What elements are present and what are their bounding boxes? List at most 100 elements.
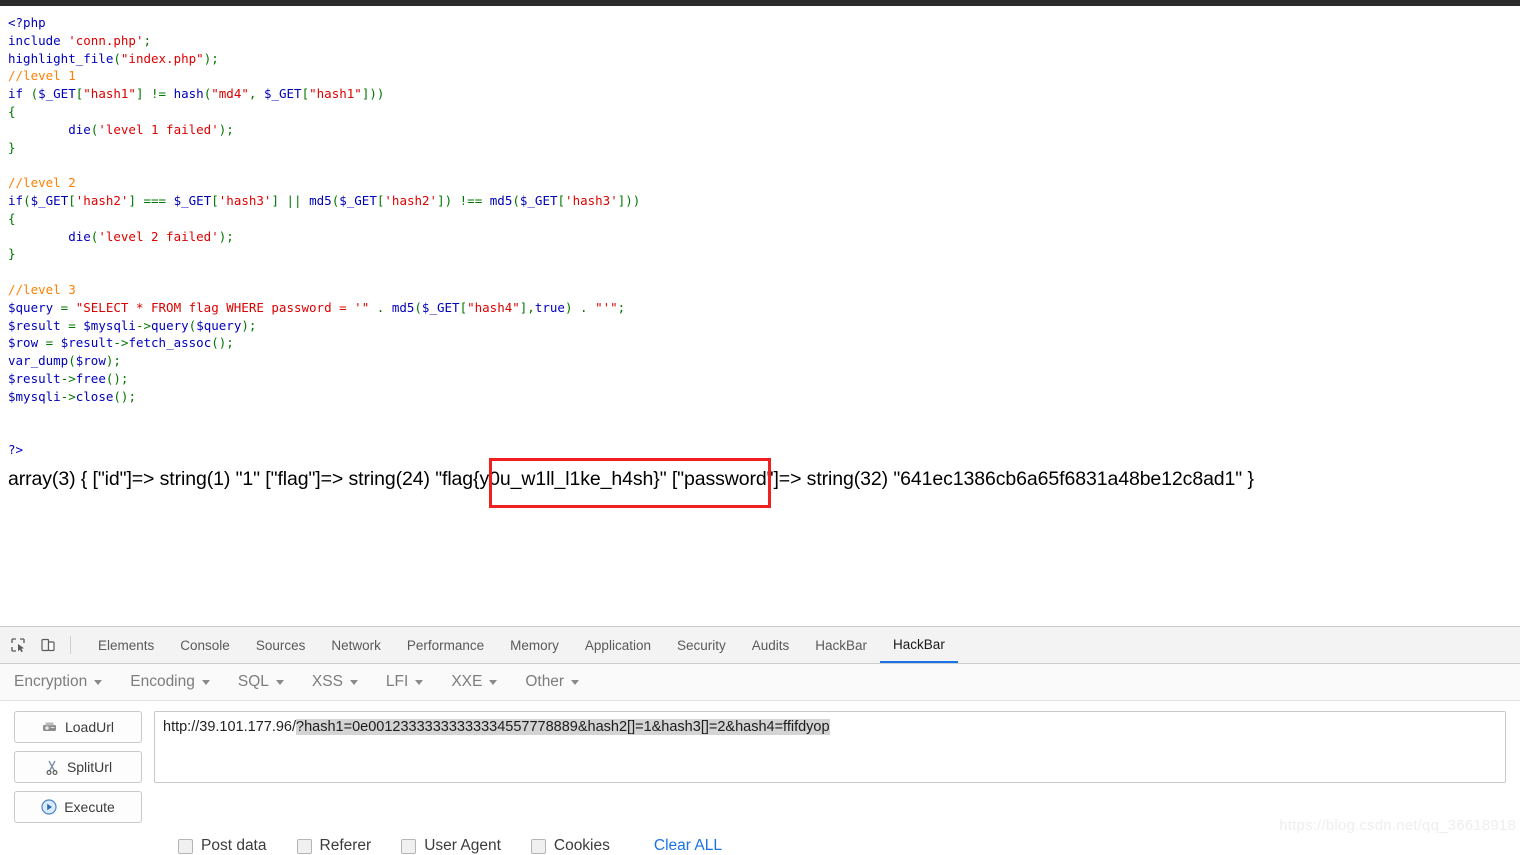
- code-token: ],: [519, 299, 535, 315]
- split-url-label: SplitUrl: [66, 759, 113, 775]
- code-token: md5: [489, 192, 513, 208]
- code-line: if($_GET['hash2'] === $_GET['hash3'] || …: [8, 192, 640, 210]
- code-token: $result: [60, 335, 114, 351]
- code-token: hash: [173, 86, 204, 102]
- code-token: $_GET: [339, 192, 377, 208]
- code-token: (: [512, 192, 520, 208]
- devtools-tab-audits[interactable]: Audits: [739, 627, 803, 663]
- code-token: [: [459, 299, 468, 315]
- chevron-down-icon: [571, 679, 580, 685]
- code-token: free: [75, 370, 106, 386]
- clear-all-link[interactable]: Clear ALL: [654, 837, 722, 855]
- code-token: "'": [595, 299, 618, 315]
- devtools-tab-memory[interactable]: Memory: [497, 627, 572, 663]
- code-token: 'level 2 failed': [98, 228, 219, 244]
- hackbar-menu-sql[interactable]: SQL: [238, 673, 298, 691]
- device-toolbar-icon[interactable]: [38, 635, 58, 655]
- code-token: $_GET: [38, 86, 76, 102]
- hackbar-menu-bar: Encryption Encoding SQL XSS LFI XXE Other: [0, 664, 1520, 701]
- chevron-down-icon: [349, 679, 358, 685]
- hackbar-menu-encoding[interactable]: Encoding: [130, 673, 224, 691]
- hackbar-menu-xxe[interactable]: XXE: [451, 673, 511, 691]
- code-token: query: [151, 317, 189, 333]
- checkbox-icon[interactable]: [401, 838, 417, 854]
- option-referer[interactable]: Referer: [296, 837, 371, 855]
- code-token: "hash1": [309, 86, 362, 102]
- code-token: include: [8, 32, 69, 48]
- checkbox-icon[interactable]: [530, 838, 546, 854]
- code-token: die: [8, 121, 91, 137]
- code-line: //level 3: [8, 281, 640, 299]
- option-label: Cookies: [553, 837, 610, 854]
- code-token: (: [414, 299, 422, 315]
- option-cookies[interactable]: Cookies: [530, 837, 610, 855]
- code-token: <?php: [8, 15, 46, 30]
- code-token: (: [113, 50, 121, 66]
- code-token: $_GET: [30, 192, 69, 208]
- hackbar-menu-label: XXE: [451, 673, 483, 690]
- code-line: die('level 2 failed');: [8, 228, 640, 246]
- code-token: $_GET: [263, 86, 302, 102]
- code-token: );: [203, 50, 219, 66]
- devtools-tab-network[interactable]: Network: [318, 627, 394, 663]
- devtools-tab-hackbar[interactable]: HackBar: [802, 627, 880, 663]
- inspect-element-icon[interactable]: [8, 635, 28, 655]
- code-line: $result->free();: [8, 370, 640, 388]
- code-token: ] !=: [135, 86, 174, 102]
- code-line: include 'conn.php';: [8, 32, 640, 50]
- code-token: {: [8, 210, 16, 226]
- var-dump-output: array(3) { ["id"]=> string(1) "1" ["flag…: [8, 468, 1254, 490]
- devtools-tab-performance[interactable]: Performance: [394, 627, 497, 663]
- code-token: "hash1": [83, 86, 136, 102]
- code-token: );: [218, 121, 234, 137]
- code-token: );: [218, 228, 234, 244]
- devtools-tab-security[interactable]: Security: [664, 627, 739, 663]
- chevron-down-icon: [275, 679, 284, 685]
- checkbox-icon[interactable]: [296, 838, 312, 854]
- chevron-down-icon: [489, 679, 498, 685]
- devtools-tab-hackbar-active[interactable]: HackBar: [880, 627, 958, 663]
- hackbar-menu-xss[interactable]: XSS: [312, 673, 372, 691]
- devtools-tab-console[interactable]: Console: [167, 627, 243, 663]
- hackbar-menu-other[interactable]: Other: [525, 673, 593, 691]
- code-token: $result: [8, 317, 61, 333]
- code-line: die('level 1 failed');: [8, 121, 640, 139]
- code-token: ();: [113, 388, 136, 404]
- code-token: 'hash3': [218, 192, 272, 208]
- devtools-tab-elements[interactable]: Elements: [85, 627, 167, 663]
- devtools-tabbar: Elements Console Sources Network Performance…: [0, 627, 1520, 664]
- code-token: ])): [361, 86, 385, 102]
- code-token: =: [60, 317, 84, 333]
- code-token: 'conn.php': [68, 32, 144, 48]
- code-token: ->: [135, 317, 152, 333]
- code-line: if ($_GET["hash1"] != hash("md4", $_GET[…: [8, 85, 640, 103]
- code-line: <?php: [8, 14, 640, 32]
- checkbox-icon[interactable]: [178, 838, 193, 854]
- hackbar-menu-label: Encryption: [14, 673, 88, 690]
- execute-button[interactable]: Execute: [14, 791, 142, 823]
- load-url-button[interactable]: LoadUrl: [14, 711, 142, 743]
- url-input[interactable]: http://39.101.177.96/?hash1=0e0012333333…: [154, 711, 1506, 783]
- code-token: ();: [105, 370, 129, 386]
- option-user-agent[interactable]: User Agent: [401, 837, 501, 855]
- option-post-data[interactable]: Post data: [178, 837, 267, 855]
- code-token: $result: [8, 370, 61, 386]
- split-url-button[interactable]: SplitUrl: [14, 751, 142, 783]
- code-token: .: [369, 299, 392, 315]
- hackbar-menu-encryption[interactable]: Encryption: [14, 673, 116, 691]
- code-line: }: [8, 139, 640, 157]
- code-line: $row = $result->fetch_assoc();: [8, 334, 640, 352]
- code-token: ;: [143, 32, 152, 48]
- code-token: [: [211, 192, 219, 208]
- devtools-tab-sources[interactable]: Sources: [243, 627, 319, 663]
- code-line: $query = "SELECT * FROM flag WHERE passw…: [8, 299, 640, 317]
- code-token: true: [534, 299, 565, 315]
- code-token: }: [8, 139, 16, 155]
- devtools-tab-application[interactable]: Application: [572, 627, 664, 663]
- url-query-selected: ?hash1=0e00123333333333334557778889&hash…: [296, 719, 830, 735]
- watermark: https://blog.csdn.net/qq_36618918: [1279, 817, 1516, 834]
- hackbar-menu-lfi[interactable]: LFI: [386, 673, 437, 691]
